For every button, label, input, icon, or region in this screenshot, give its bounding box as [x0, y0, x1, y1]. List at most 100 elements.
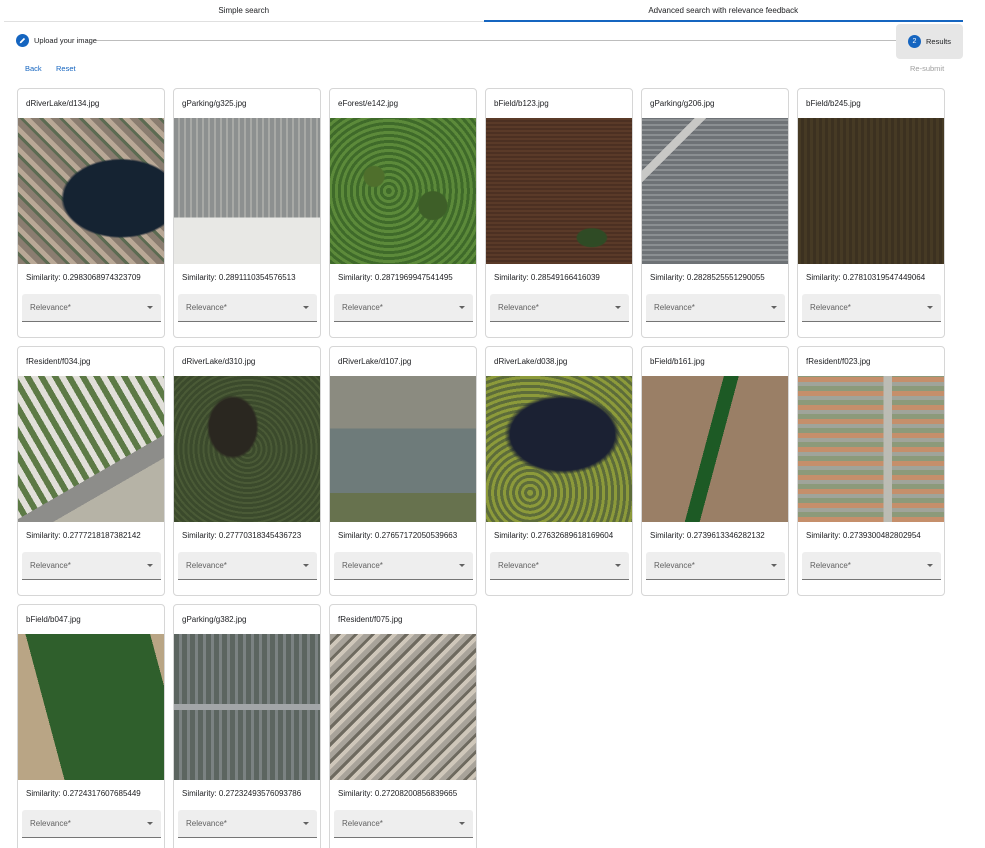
result-image[interactable]	[174, 118, 320, 264]
similarity-score: Similarity: 0.2724317607685449	[26, 789, 141, 798]
result-image[interactable]	[798, 376, 944, 522]
relevance-label: Relevance*	[30, 561, 71, 570]
result-filename: dRiverLake/d310.jpg	[182, 357, 256, 366]
relevance-select[interactable]: Relevance*	[334, 294, 473, 322]
caret-down-icon	[147, 306, 153, 309]
similarity-score: Similarity: 0.27657172050539663	[338, 531, 458, 540]
step-results[interactable]: 2 Results	[896, 24, 963, 59]
result-filename: fResident/f034.jpg	[26, 357, 91, 366]
caret-down-icon	[303, 822, 309, 825]
caret-down-icon	[615, 306, 621, 309]
result-image[interactable]	[174, 376, 320, 522]
tab-advanced-search[interactable]: Advanced search with relevance feedback	[483, 0, 964, 22]
caret-down-icon	[147, 564, 153, 567]
result-card: eForest/e142.jpg Similarity: 0.287196994…	[329, 88, 477, 338]
caret-down-icon	[927, 564, 933, 567]
caret-down-icon	[459, 564, 465, 567]
reset-button[interactable]: Reset	[56, 64, 76, 73]
similarity-score: Similarity: 0.2739300482802954	[806, 531, 921, 540]
result-image[interactable]	[330, 118, 476, 264]
caret-down-icon	[147, 822, 153, 825]
result-filename: gParking/g325.jpg	[182, 99, 247, 108]
result-card: dRiverLake/d310.jpg Similarity: 0.277703…	[173, 346, 321, 596]
result-image[interactable]	[486, 376, 632, 522]
result-card: bField/b047.jpg Similarity: 0.2724317607…	[17, 604, 165, 848]
result-filename: fResident/f075.jpg	[338, 615, 403, 624]
relevance-label: Relevance*	[186, 303, 227, 312]
result-image[interactable]	[18, 118, 164, 264]
relevance-label: Relevance*	[498, 561, 539, 570]
step-upload[interactable]: Upload your image	[16, 34, 97, 47]
caret-down-icon	[771, 564, 777, 567]
caret-down-icon	[927, 306, 933, 309]
similarity-score: Similarity: 0.28549166416039	[494, 273, 600, 282]
relevance-label: Relevance*	[498, 303, 539, 312]
result-filename: bField/b245.jpg	[806, 99, 861, 108]
result-filename: gParking/g206.jpg	[650, 99, 715, 108]
result-filename: bField/b047.jpg	[26, 615, 81, 624]
result-image[interactable]	[174, 634, 320, 780]
relevance-select[interactable]: Relevance*	[490, 552, 629, 580]
relevance-select[interactable]: Relevance*	[178, 552, 317, 580]
resubmit-button[interactable]: Re-submit	[910, 64, 944, 73]
result-card: dRiverLake/d038.jpg Similarity: 0.276326…	[485, 346, 633, 596]
relevance-label: Relevance*	[342, 819, 383, 828]
relevance-label: Relevance*	[810, 303, 851, 312]
similarity-score: Similarity: 0.2983068974323709	[26, 273, 141, 282]
pencil-icon	[16, 34, 29, 47]
step-number-badge: 2	[908, 35, 921, 48]
relevance-select[interactable]: Relevance*	[178, 810, 317, 838]
result-filename: dRiverLake/d134.jpg	[26, 99, 100, 108]
relevance-label: Relevance*	[342, 561, 383, 570]
relevance-select[interactable]: Relevance*	[646, 552, 785, 580]
result-image[interactable]	[18, 634, 164, 780]
back-button[interactable]: Back	[25, 64, 42, 73]
similarity-score: Similarity: 0.27632689618169604	[494, 531, 614, 540]
relevance-select[interactable]: Relevance*	[22, 294, 161, 322]
step-results-label: Results	[926, 37, 952, 46]
result-image[interactable]	[330, 634, 476, 780]
result-card: bField/b245.jpg Similarity: 0.2781031954…	[797, 88, 945, 338]
result-card: gParking/g325.jpg Similarity: 0.28911103…	[173, 88, 321, 338]
tab-bar: Simple search Advanced search with relev…	[4, 0, 963, 22]
relevance-label: Relevance*	[654, 561, 695, 570]
result-image[interactable]	[798, 118, 944, 264]
similarity-score: Similarity: 0.27770318345436723	[182, 531, 302, 540]
result-card: gParking/g206.jpg Similarity: 0.28285255…	[641, 88, 789, 338]
result-image[interactable]	[642, 376, 788, 522]
relevance-select[interactable]: Relevance*	[334, 552, 473, 580]
result-filename: gParking/g382.jpg	[182, 615, 247, 624]
relevance-select[interactable]: Relevance*	[490, 294, 629, 322]
caret-down-icon	[459, 822, 465, 825]
result-card: fResident/f034.jpg Similarity: 0.2777218…	[17, 346, 165, 596]
result-filename: eForest/e142.jpg	[338, 99, 399, 108]
result-card: fResident/f023.jpg Similarity: 0.2739300…	[797, 346, 945, 596]
tab-simple-search[interactable]: Simple search	[4, 0, 484, 21]
result-filename: bField/b161.jpg	[650, 357, 705, 366]
result-card: fResident/f075.jpg Similarity: 0.2720820…	[329, 604, 477, 848]
relevance-select[interactable]: Relevance*	[22, 552, 161, 580]
stepper: Upload your image 2 Results	[0, 24, 985, 60]
result-filename: dRiverLake/d038.jpg	[494, 357, 568, 366]
stepper-connector	[97, 40, 897, 41]
step-upload-label: Upload your image	[34, 36, 97, 45]
relevance-select[interactable]: Relevance*	[802, 294, 941, 322]
similarity-score: Similarity: 0.27232493576093786	[182, 789, 302, 798]
result-card: bField/b161.jpg Similarity: 0.2739613346…	[641, 346, 789, 596]
result-image[interactable]	[330, 376, 476, 522]
relevance-select[interactable]: Relevance*	[646, 294, 785, 322]
result-filename: fResident/f023.jpg	[806, 357, 871, 366]
relevance-select[interactable]: Relevance*	[802, 552, 941, 580]
relevance-select[interactable]: Relevance*	[334, 810, 473, 838]
result-image[interactable]	[18, 376, 164, 522]
similarity-score: Similarity: 0.2891110354576513	[182, 273, 296, 282]
similarity-score: Similarity: 0.27208200856839665	[338, 789, 458, 798]
relevance-label: Relevance*	[654, 303, 695, 312]
result-image[interactable]	[486, 118, 632, 264]
result-image[interactable]	[642, 118, 788, 264]
similarity-score: Similarity: 0.2871969947541495	[338, 273, 453, 282]
relevance-select[interactable]: Relevance*	[178, 294, 317, 322]
relevance-label: Relevance*	[186, 561, 227, 570]
caret-down-icon	[303, 564, 309, 567]
relevance-select[interactable]: Relevance*	[22, 810, 161, 838]
